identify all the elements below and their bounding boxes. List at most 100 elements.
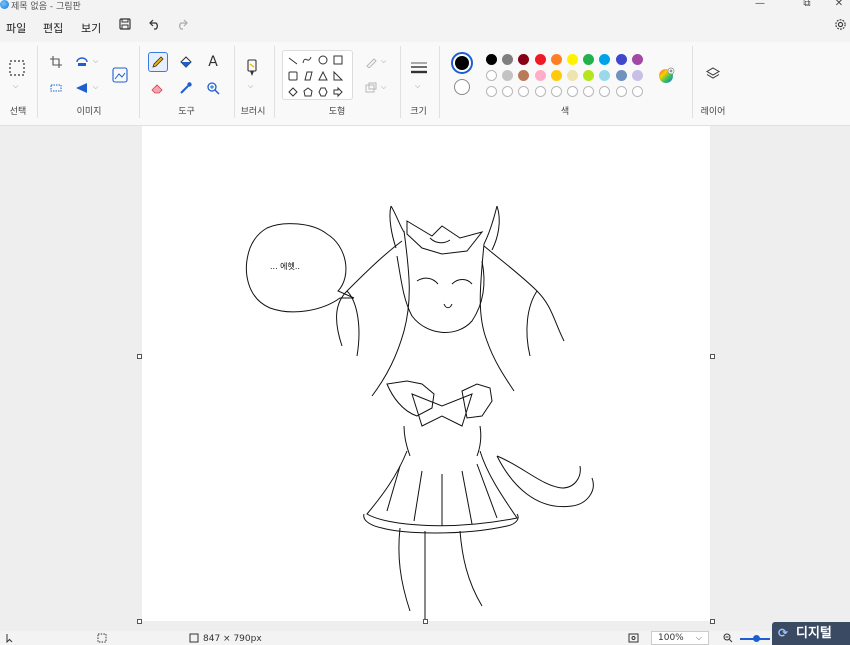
pencil-icon[interactable] — [148, 52, 168, 72]
color-swatch[interactable] — [567, 70, 578, 81]
color-swatch[interactable] — [486, 70, 497, 81]
speech-bubble — [246, 223, 355, 313]
color-swatch[interactable] — [615, 54, 627, 65]
color-swatch[interactable] — [518, 54, 530, 65]
zoom-level-select[interactable]: 100% ⌵ — [651, 631, 709, 645]
watermark-text: 디지털 — [796, 626, 832, 641]
layers-icon[interactable] — [703, 64, 723, 84]
undo-icon[interactable] — [146, 18, 164, 36]
color-swatch[interactable] — [550, 54, 562, 65]
outline-chevron-down-icon[interactable]: ⌵ — [381, 57, 386, 66]
shape-fill-chevron-down-icon[interactable]: ⌵ — [381, 83, 386, 92]
shape-fill-icon[interactable] — [361, 78, 381, 98]
rotate-icon[interactable] — [72, 52, 92, 72]
selection-chevron-down-icon[interactable]: ⌵ — [13, 82, 18, 91]
stroke-size-icon[interactable] — [409, 58, 429, 78]
color-swatch[interactable] — [583, 54, 595, 65]
primary-color-selector[interactable] — [451, 52, 473, 74]
settings-gear-icon[interactable] — [831, 18, 849, 36]
edit-colors-rainbow-icon[interactable] — [656, 66, 676, 86]
canvas-resize-handle-bottom-left[interactable] — [137, 619, 142, 624]
custom-color-slot[interactable] — [599, 86, 611, 97]
divider — [139, 46, 140, 118]
color-swatch[interactable] — [486, 54, 497, 65]
custom-color-slot[interactable] — [631, 86, 643, 97]
canvas-drawing — [246, 205, 594, 621]
color-swatch[interactable] — [518, 70, 530, 81]
shapes-gallery — [282, 50, 353, 100]
brush-chevron-down-icon[interactable]: ⌵ — [248, 82, 253, 91]
magnifier-icon[interactable] — [203, 78, 223, 98]
group-label-tools: 도구 — [178, 107, 195, 117]
speech-text: ... 에헷.. — [270, 262, 300, 271]
size-chevron-down-icon[interactable]: ⌵ — [415, 82, 420, 91]
color-swatch[interactable] — [599, 70, 611, 81]
zoom-out-icon[interactable] — [723, 633, 733, 645]
canvas-resize-handle-left[interactable] — [137, 354, 142, 359]
color-swatch[interactable] — [615, 70, 627, 81]
color-swatch[interactable] — [599, 54, 611, 65]
group-label-brushes: 브러시 — [240, 107, 266, 117]
color-swatch[interactable] — [502, 70, 514, 81]
zoom-slider-thumb[interactable] — [753, 635, 760, 642]
menu-file[interactable]: 파일 — [6, 20, 26, 36]
canvas-resize-handle-right[interactable] — [710, 354, 715, 359]
flip-chevron-down-icon[interactable]: ⌵ — [93, 83, 98, 92]
resize-icon[interactable] — [46, 78, 66, 98]
minimize-button[interactable]: — — [745, 0, 775, 11]
menu-view[interactable]: 보기 — [81, 20, 101, 36]
zoom-chevron-down-icon[interactable]: ⌵ — [696, 632, 702, 644]
outline-icon[interactable] — [361, 52, 381, 72]
flip-icon[interactable] — [72, 78, 92, 98]
crop-icon[interactable] — [46, 52, 66, 72]
zoom-level-value: 100% — [658, 633, 684, 643]
color-swatch[interactable] — [550, 70, 562, 81]
cursor-position-icon — [6, 633, 15, 645]
fit-to-window-icon[interactable] — [628, 633, 639, 645]
custom-color-slot[interactable] — [567, 86, 578, 97]
custom-color-slot[interactable] — [518, 86, 530, 97]
color-picker-icon[interactable] — [176, 78, 196, 98]
brush-icon[interactable] — [242, 58, 262, 78]
custom-color-slot[interactable] — [550, 86, 562, 97]
selection-icon[interactable] — [7, 58, 27, 78]
group-label-size: 크기 — [410, 107, 427, 117]
custom-color-slot[interactable] — [486, 86, 497, 97]
color-swatch[interactable] — [583, 70, 595, 81]
canvas-workspace: ... 에헷.. — [0, 126, 850, 631]
canvas-resize-handle-bottom[interactable] — [423, 619, 428, 624]
group-label-shapes: 도형 — [328, 107, 346, 117]
drawing-canvas[interactable]: ... 에헷.. — [142, 126, 710, 621]
restore-button[interactable]: ⧉ — [792, 0, 822, 11]
ribbon: ⌵ 선택 ⌵ ⌵ 이미지 A 도구 ⌵ 브러시 ⌵ ⌵ 도형 ⌵ 크기 색 레이… — [0, 42, 850, 126]
watermark-logo-mark-icon: ⟳ — [778, 626, 789, 640]
custom-color-slot[interactable] — [534, 86, 546, 97]
fill-bucket-icon[interactable] — [176, 52, 196, 72]
secondary-color-swatch[interactable] — [454, 79, 470, 95]
redo-icon[interactable] — [173, 18, 191, 36]
canvas-resize-handle-bottom-right[interactable] — [710, 619, 715, 624]
color-swatch[interactable] — [567, 54, 578, 65]
save-icon[interactable] — [116, 18, 134, 36]
image-select-icon[interactable] — [110, 65, 130, 85]
color-swatch[interactable] — [631, 54, 643, 65]
color-swatch[interactable] — [534, 70, 546, 81]
custom-color-slot[interactable] — [583, 86, 595, 97]
custom-color-slot[interactable] — [615, 86, 627, 97]
group-label-colors: 색 — [560, 107, 570, 117]
rotate-chevron-down-icon[interactable]: ⌵ — [93, 57, 98, 66]
paint-app-icon — [0, 0, 9, 9]
color-swatch[interactable] — [631, 70, 643, 81]
custom-color-slot[interactable] — [502, 86, 514, 97]
color-swatch[interactable] — [534, 54, 546, 65]
canvas-size-icon — [189, 633, 199, 645]
close-button[interactable]: ✕ — [824, 0, 850, 11]
watermark-logo: ⟳ 디지털 — [772, 622, 850, 645]
text-tool-icon[interactable]: A — [203, 52, 223, 72]
selection-size-icon — [97, 633, 107, 645]
group-label-image: 이미지 — [76, 107, 102, 117]
group-label-layers: 레이어 — [700, 107, 726, 117]
color-swatch[interactable] — [502, 54, 514, 65]
menu-edit[interactable]: 편집 — [43, 20, 63, 36]
eraser-icon[interactable] — [148, 78, 168, 98]
